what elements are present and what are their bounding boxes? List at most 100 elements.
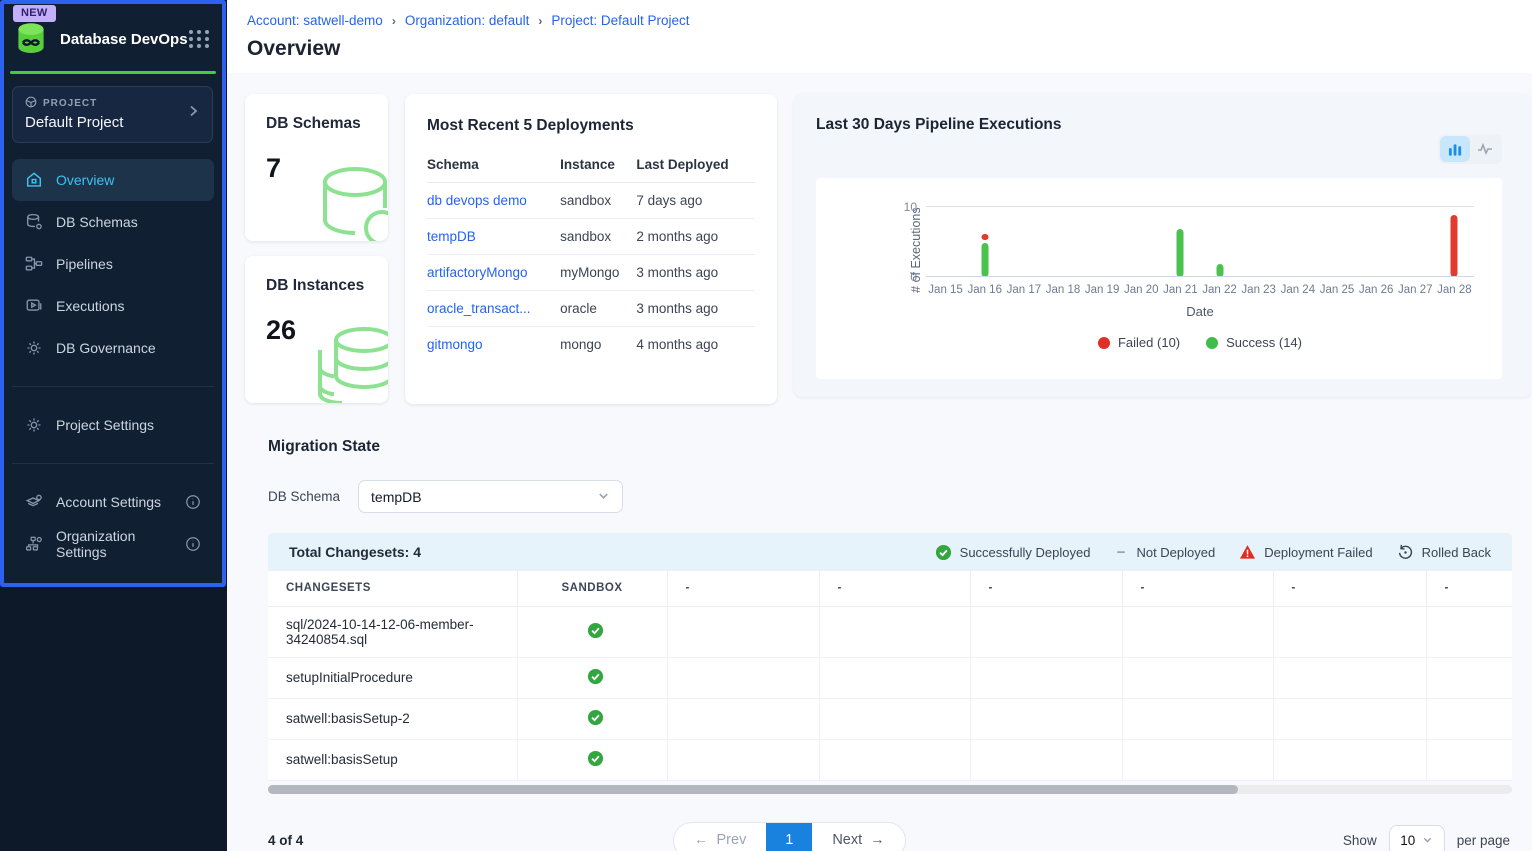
chart-x-labels: Jan 15Jan 16Jan 17Jan 18Jan 19Jan 20Jan …	[926, 284, 1474, 296]
changeset-empty-cell	[1273, 698, 1426, 739]
changeset-empty-cell	[1426, 606, 1512, 657]
changeset-name-cell: setupInitialProcedure	[268, 657, 517, 698]
chart-bar-success[interactable]	[1177, 229, 1184, 277]
prev-page-button[interactable]: ←Prev	[674, 823, 766, 851]
line-chart-toggle-icon[interactable]	[1470, 136, 1500, 162]
chart-bar-success[interactable]	[981, 243, 988, 277]
db-schema-label: DB Schema	[268, 489, 340, 504]
changeset-empty-cell	[970, 657, 1122, 698]
app-grid-icon[interactable]	[189, 30, 210, 48]
changesets-column-header: -	[819, 571, 970, 606]
schema-link[interactable]: db devops demo	[427, 193, 527, 208]
sidebar-divider-green	[10, 71, 216, 74]
table-footer: 4 of 4 ←Prev 1 Next→ Show 10 per page	[268, 822, 1510, 851]
db-schema-icon	[25, 213, 43, 231]
table-row: oracle_transact...oracle3 months ago	[427, 291, 755, 327]
stat-title: DB Instances	[266, 277, 388, 295]
sidebar-item-db-schemas[interactable]: DB Schemas	[12, 201, 214, 243]
sidebar-item-label: DB Schemas	[56, 214, 138, 230]
sidebar-item-executions[interactable]: Executions	[12, 285, 214, 327]
project-selector[interactable]: PROJECT Default Project	[12, 86, 213, 143]
sidebar-item-db-governance[interactable]: DB Governance	[12, 327, 214, 369]
topbar: Account: satwell-demo › Organization: defa…	[227, 0, 1532, 73]
changeset-empty-cell	[819, 698, 970, 739]
breadcrumb-separator: ›	[392, 14, 396, 28]
chart-plot-area: # of Executions 10 0 Jan 15Jan 16Jan 17J…	[816, 178, 1502, 379]
db-schema-select[interactable]: tempDB	[358, 480, 623, 513]
sidebar-item-account-settings[interactable]: Account Settings	[12, 481, 214, 523]
sidebar-item-label: Pipelines	[56, 256, 113, 272]
changeset-name-cell: satwell:basisSetup-2	[268, 698, 517, 739]
check-circle-icon	[587, 755, 604, 770]
chart-bar-failed[interactable]	[981, 234, 988, 240]
status-legend-label: Successfully Deployed	[960, 545, 1091, 560]
changesets-header: Total Changesets: 4 Successfully Deploye…	[268, 533, 1512, 571]
chevron-down-icon	[597, 489, 610, 505]
bar-chart-toggle-icon[interactable]	[1440, 136, 1470, 162]
dash-icon	[1114, 545, 1128, 559]
changeset-empty-cell	[1273, 739, 1426, 780]
breadcrumb-link[interactable]: Project: Default Project	[551, 13, 689, 28]
deployment-date-cell: 2 months ago	[636, 219, 755, 255]
chevron-right-icon	[186, 104, 200, 123]
sidebar-nav-secondary: Project Settings	[4, 404, 222, 446]
check-circle-icon	[587, 673, 604, 688]
chart-bar-slot	[1004, 195, 1043, 277]
deployments-title: Most Recent 5 Deployments	[427, 117, 755, 135]
app-logo-icon	[12, 21, 50, 57]
changesets-column-header: -	[667, 571, 819, 606]
schema-link[interactable]: oracle_transact...	[427, 301, 531, 316]
changeset-empty-cell	[1122, 657, 1273, 698]
deployment-date-cell: 3 months ago	[636, 255, 755, 291]
project-name: Default Project	[25, 114, 186, 131]
pagination: ←Prev 1 Next→	[673, 822, 906, 851]
pipelines-icon	[25, 255, 43, 273]
schema-link[interactable]: artifactoryMongo	[427, 265, 528, 280]
y-tick-max: 10	[904, 200, 926, 214]
changeset-empty-cell	[819, 657, 970, 698]
horizontal-scrollbar-thumb[interactable]	[268, 785, 1238, 794]
status-legend-label: Deployment Failed	[1264, 545, 1372, 560]
status-legend-item: Rolled Back	[1397, 544, 1491, 561]
deployment-instance-cell: sandbox	[560, 219, 636, 255]
sidebar: NEW Database DevOps PROJECT Default Proj…	[0, 0, 226, 587]
chart-x-tick-label: Jan 28	[1435, 284, 1474, 296]
pipeline-executions-card: Last 30 Days Pipeline Executions # of Ex…	[794, 94, 1532, 397]
changesets-table: CHANGESETSSANDBOX------ sql/2024-10-14-1…	[268, 571, 1512, 781]
chart-bar-slot	[1357, 195, 1396, 277]
breadcrumb-link[interactable]: Organization: default	[405, 13, 530, 28]
sidebar-item-organization-settings[interactable]: Organization Settings	[12, 523, 214, 565]
main-content: Account: satwell-demo › Organization: defa…	[227, 0, 1532, 851]
info-icon[interactable]	[185, 494, 201, 510]
deployments-column-header: Schema	[427, 145, 560, 183]
chart-bar-failed[interactable]	[1451, 215, 1458, 277]
changeset-empty-cell	[819, 739, 970, 780]
sidebar-item-project-settings[interactable]: Project Settings	[12, 404, 214, 446]
sidebar-item-label: Overview	[56, 172, 114, 188]
changeset-empty-cell	[819, 606, 970, 657]
page-size-select[interactable]: 10	[1389, 825, 1445, 851]
chart-x-tick-label: Jan 18	[1043, 284, 1082, 296]
changeset-sandbox-status-cell	[517, 657, 667, 698]
changeset-empty-cell	[1426, 698, 1512, 739]
schema-link[interactable]: tempDB	[427, 229, 476, 244]
info-icon[interactable]	[185, 536, 201, 552]
current-page-button[interactable]: 1	[766, 823, 812, 851]
chart-legend: Failed (10)Success (14)	[926, 335, 1474, 350]
deployment-schema-cell: artifactoryMongo	[427, 255, 560, 291]
chart-x-tick-label: Jan 15	[926, 284, 965, 296]
next-page-button[interactable]: Next→	[812, 823, 904, 851]
breadcrumb-separator: ›	[538, 14, 542, 28]
arrow-right-icon: →	[870, 832, 885, 848]
chart-baseline	[926, 276, 1474, 277]
sidebar-item-pipelines[interactable]: Pipelines	[12, 243, 214, 285]
stat-title: DB Schemas	[266, 115, 388, 133]
changeset-empty-cell	[970, 606, 1122, 657]
breadcrumb-link[interactable]: Account: satwell-demo	[247, 13, 383, 28]
schema-link[interactable]: gitmongo	[427, 337, 483, 352]
changeset-empty-cell	[1426, 739, 1512, 780]
chart-x-tick-label: Jan 24	[1278, 284, 1317, 296]
deployment-instance-cell: myMongo	[560, 255, 636, 291]
sidebar-item-overview[interactable]: Overview	[12, 159, 214, 201]
breadcrumb: Account: satwell-demo › Organization: defa…	[247, 13, 1512, 28]
